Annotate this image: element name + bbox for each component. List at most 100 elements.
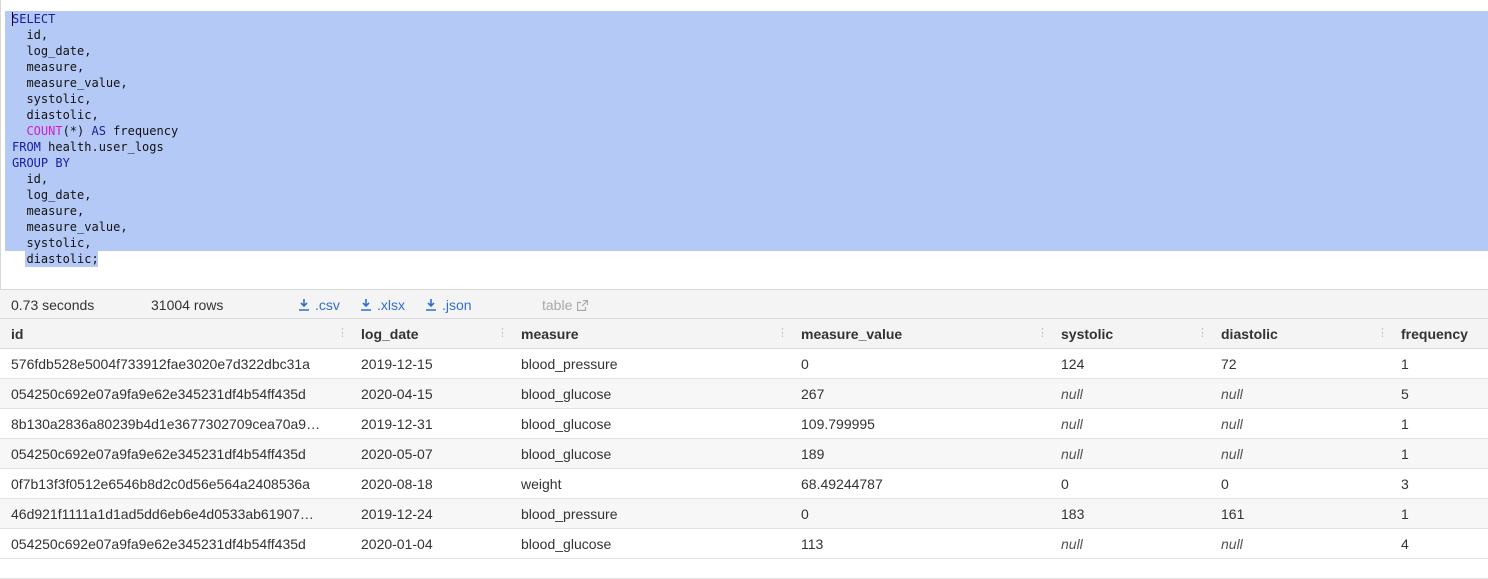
cell-measure: blood_pressure <box>521 506 618 522</box>
table-row[interactable]: 576fdb528e5004f733912fae3020e7d322dbc31a… <box>0 349 1488 379</box>
table-row[interactable]: 054250c692e07a9fa9e62e345231df4b54ff435d… <box>0 529 1488 559</box>
cell-frequency: 5 <box>1401 386 1409 402</box>
cell-measure-value: 113 <box>801 536 824 552</box>
cell-id: 576fdb528e5004f733912fae3020e7d322dbc31a <box>11 356 310 372</box>
cell-measure: blood_glucose <box>521 446 612 462</box>
cell-frequency: 4 <box>1401 536 1409 552</box>
cell-log-date: 2020-08-18 <box>361 476 433 492</box>
table-row[interactable]: 46d921f1111a1d1ad5dd6eb6e4d0533ab61907… 2… <box>0 499 1488 529</box>
column-header-id[interactable]: id <box>11 326 342 342</box>
cell-frequency: 3 <box>1401 476 1409 492</box>
column-header-diastolic[interactable]: diastolic <box>1221 326 1381 342</box>
cell-log-date: 2020-05-07 <box>361 446 433 462</box>
cell-measure: blood_glucose <box>521 536 612 552</box>
table-body: 576fdb528e5004f733912fae3020e7d322dbc31a… <box>0 349 1488 559</box>
cell-diastolic: 0 <box>1221 476 1229 492</box>
open-table-label: table <box>542 297 573 313</box>
cell-log-date: 2019-12-24 <box>361 506 433 522</box>
cell-frequency: 1 <box>1401 446 1409 462</box>
sql-text: log_date, <box>12 188 92 202</box>
code-line: measure_value, <box>12 219 178 235</box>
sql-text: (*) <box>62 124 92 138</box>
query-time: 0.73 seconds <box>11 297 95 313</box>
table-row[interactable]: 0f7b13f3f0512e6546b8d2c0d56e564a2408536a… <box>0 469 1488 499</box>
open-table-link[interactable]: table <box>542 297 589 313</box>
cell-frequency: 1 <box>1401 356 1409 372</box>
cell-systolic: null <box>1061 386 1083 402</box>
download-icon <box>361 299 371 311</box>
text-selection <box>5 11 1488 251</box>
sql-text: id, <box>12 172 49 186</box>
cell-diastolic: 72 <box>1221 356 1237 372</box>
code-line: GROUP BY <box>12 155 178 171</box>
column-resize-handle[interactable]: ⋮ <box>497 326 508 339</box>
sql-text: id, <box>12 28 49 42</box>
cell-diastolic: null <box>1221 386 1243 402</box>
cell-measure: weight <box>521 476 562 492</box>
column-resize-handle[interactable]: ⋮ <box>337 326 348 339</box>
column-resize-handle[interactable]: ⋮ <box>1377 326 1388 339</box>
sql-function: COUNT <box>26 124 63 138</box>
sql-text: measure, <box>12 60 85 74</box>
code-line: id, <box>12 171 178 187</box>
sql-text: measure_value, <box>12 220 128 234</box>
cell-diastolic: null <box>1221 536 1243 552</box>
cell-id: 0f7b13f3f0512e6546b8d2c0d56e564a2408536a <box>11 476 310 492</box>
download-json-link[interactable]: .json <box>426 297 472 313</box>
sql-editor[interactable]: SELECT id, log_date, measure, measure_va… <box>0 0 1488 289</box>
sql-keyword: AS <box>91 124 106 138</box>
cell-id: 054250c692e07a9fa9e62e345231df4b54ff435d <box>11 386 306 402</box>
column-header-frequency[interactable]: frequency <box>1401 326 1481 342</box>
results-toolbar: 0.73 seconds 31004 rows .csv .xlsx .json… <box>0 289 1488 319</box>
download-xlsx-label: .xlsx <box>377 297 405 313</box>
sql-text: log_date, <box>12 44 92 58</box>
external-link-icon <box>577 300 589 311</box>
column-header-measure[interactable]: measure <box>521 326 781 342</box>
table-row[interactable]: 8b130a2836a80239b4d1e3677302709cea70a9… 2… <box>0 409 1488 439</box>
sql-text: measure, <box>12 204 85 218</box>
column-resize-handle[interactable]: ⋮ <box>777 326 788 339</box>
column-header-measure-value[interactable]: measure_value <box>801 326 1041 342</box>
cell-log-date: 2020-01-04 <box>361 536 433 552</box>
cell-systolic: 0 <box>1061 476 1069 492</box>
sql-code[interactable]: SELECT id, log_date, measure, measure_va… <box>12 11 178 267</box>
column-header-log-date[interactable]: log_date <box>361 326 501 342</box>
table-row[interactable]: 054250c692e07a9fa9e62e345231df4b54ff435d… <box>0 439 1488 469</box>
text-caret <box>12 12 13 26</box>
code-line: COUNT(*) AS frequency <box>12 123 178 139</box>
sql-text: measure_value, <box>12 76 128 90</box>
cell-systolic: null <box>1061 416 1083 432</box>
cell-measure: blood_glucose <box>521 416 612 432</box>
cell-diastolic: null <box>1221 416 1243 432</box>
cell-id: 054250c692e07a9fa9e62e345231df4b54ff435d <box>11 536 306 552</box>
cell-log-date: 2019-12-31 <box>361 416 433 432</box>
cell-measure-value: 0 <box>801 356 809 372</box>
column-header-systolic[interactable]: systolic <box>1061 326 1201 342</box>
cell-frequency: 1 <box>1401 506 1409 522</box>
sql-text: systolic, <box>12 92 92 106</box>
cell-systolic: null <box>1061 536 1083 552</box>
download-csv-link[interactable]: .csv <box>299 297 340 313</box>
cell-diastolic: 161 <box>1221 506 1245 522</box>
code-line: FROM health.user_logs <box>12 139 178 155</box>
cell-measure-value: 68.49244787 <box>801 476 883 492</box>
download-csv-label: .csv <box>315 297 340 313</box>
cell-measure: blood_glucose <box>521 386 612 402</box>
table-header: id ⋮ log_date ⋮ measure ⋮ measure_value … <box>0 319 1488 349</box>
code-line: diastolic; <box>12 251 178 267</box>
cell-id: 8b130a2836a80239b4d1e3677302709cea70a9… <box>11 416 321 432</box>
table-row-partial <box>0 559 1488 579</box>
download-xlsx-link[interactable]: .xlsx <box>361 297 405 313</box>
cell-systolic: 124 <box>1061 356 1085 372</box>
cell-log-date: 2019-12-15 <box>361 356 433 372</box>
table-row[interactable]: 054250c692e07a9fa9e62e345231df4b54ff435d… <box>0 379 1488 409</box>
code-line: measure, <box>12 59 178 75</box>
code-line: measure, <box>12 203 178 219</box>
column-resize-handle[interactable]: ⋮ <box>1037 326 1048 339</box>
cell-measure-value: 267 <box>801 386 825 402</box>
download-json-label: .json <box>442 297 472 313</box>
column-resize-handle[interactable]: ⋮ <box>1197 326 1208 339</box>
code-line: systolic, <box>12 91 178 107</box>
sql-keyword: SELECT <box>12 12 56 26</box>
code-line: measure_value, <box>12 75 178 91</box>
